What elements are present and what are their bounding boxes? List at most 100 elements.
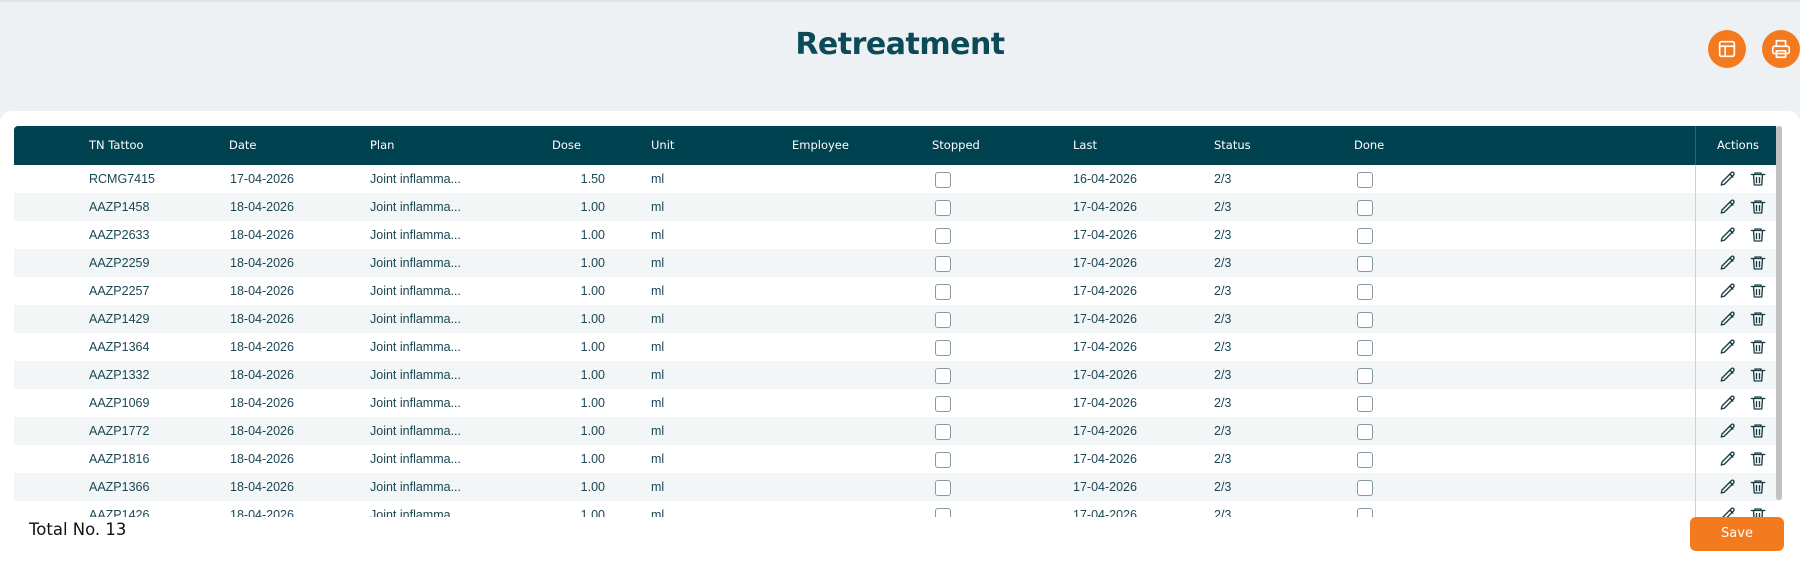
done-checkbox[interactable] [1357, 256, 1373, 272]
done-checkbox[interactable] [1357, 480, 1373, 496]
stopped-checkbox[interactable] [935, 508, 951, 517]
stopped-checkbox[interactable] [935, 284, 951, 300]
done-checkbox[interactable] [1357, 312, 1373, 328]
cell-last: 17-04-2026 [1073, 424, 1137, 438]
cell-date: 18-04-2026 [230, 368, 294, 382]
trash-icon[interactable] [1749, 254, 1767, 272]
print-button[interactable] [1762, 30, 1800, 68]
pencil-icon[interactable] [1719, 198, 1737, 216]
table-row[interactable]: AAZP2633 18-04-2026 Joint inflamma... 1.00 m… [14, 221, 1695, 249]
table-header: TN Tattoo Date Plan Dose Unit Employee S… [14, 126, 1780, 165]
trash-icon[interactable] [1749, 394, 1767, 412]
row-actions [1696, 305, 1780, 333]
column-header-stopped[interactable]: Stopped [932, 126, 980, 165]
stopped-checkbox[interactable] [935, 480, 951, 496]
cell-unit: ml [651, 368, 665, 382]
table-row[interactable]: AAZP1426 18-04-2026 Joint inflamma... 1.00 m… [14, 501, 1695, 517]
cell-date: 18-04-2026 [230, 256, 294, 270]
pencil-icon[interactable] [1719, 394, 1737, 412]
column-header-date[interactable]: Date [229, 126, 257, 165]
table-row[interactable]: AAZP1332 18-04-2026 Joint inflamma... 1.00 m… [14, 361, 1695, 389]
stopped-checkbox[interactable] [935, 256, 951, 272]
stopped-checkbox[interactable] [935, 452, 951, 468]
table-row[interactable]: RCMG7415 17-04-2026 Joint inflamma... 1.50 m… [14, 165, 1695, 193]
trash-icon[interactable] [1749, 198, 1767, 216]
cell-dose: 1.00 [580, 284, 605, 298]
stopped-checkbox[interactable] [935, 340, 951, 356]
trash-icon[interactable] [1749, 310, 1767, 328]
cell-tn-tattoo: AAZP1458 [89, 200, 150, 214]
cell-tn-tattoo: RCMG7415 [89, 172, 155, 186]
pencil-icon[interactable] [1719, 170, 1737, 188]
done-checkbox[interactable] [1357, 368, 1373, 384]
cell-last: 17-04-2026 [1073, 368, 1137, 382]
trash-icon[interactable] [1749, 422, 1767, 440]
cell-plan: Joint inflamma... [370, 256, 462, 270]
trash-icon[interactable] [1749, 170, 1767, 188]
trash-icon[interactable] [1749, 506, 1767, 517]
trash-icon[interactable] [1749, 366, 1767, 384]
stopped-checkbox[interactable] [935, 200, 951, 216]
stopped-checkbox[interactable] [935, 424, 951, 440]
cell-last: 17-04-2026 [1073, 256, 1137, 270]
pencil-icon[interactable] [1719, 450, 1737, 468]
done-checkbox[interactable] [1357, 340, 1373, 356]
column-header-last[interactable]: Last [1073, 126, 1097, 165]
table-row[interactable]: AAZP2257 18-04-2026 Joint inflamma... 1.00 m… [14, 277, 1695, 305]
table-layout-button[interactable] [1708, 30, 1746, 68]
trash-icon[interactable] [1749, 478, 1767, 496]
table-row[interactable]: AAZP1429 18-04-2026 Joint inflamma... 1.00 m… [14, 305, 1695, 333]
cell-plan: Joint inflamma... [370, 200, 462, 214]
trash-icon[interactable] [1749, 282, 1767, 300]
save-button[interactable]: Save [1690, 517, 1784, 551]
pencil-icon[interactable] [1719, 338, 1737, 356]
done-checkbox[interactable] [1357, 172, 1373, 188]
cell-unit: ml [651, 508, 665, 517]
page-title: Retreatment [795, 27, 1005, 62]
trash-icon[interactable] [1749, 450, 1767, 468]
table-row[interactable]: AAZP1069 18-04-2026 Joint inflamma... 1.00 m… [14, 389, 1695, 417]
cell-dose: 1.00 [580, 228, 605, 242]
scrollbar-thumb[interactable] [1776, 126, 1782, 500]
pencil-icon[interactable] [1719, 478, 1737, 496]
table-row[interactable]: AAZP1366 18-04-2026 Joint inflamma... 1.00 m… [14, 473, 1695, 501]
trash-icon[interactable] [1749, 226, 1767, 244]
done-checkbox[interactable] [1357, 200, 1373, 216]
column-header-tn-tattoo[interactable]: TN Tattoo [89, 126, 144, 165]
pencil-icon[interactable] [1719, 422, 1737, 440]
column-header-employee[interactable]: Employee [792, 126, 849, 165]
column-header-plan[interactable]: Plan [370, 126, 394, 165]
pencil-icon[interactable] [1719, 310, 1737, 328]
cell-date: 18-04-2026 [230, 508, 294, 517]
pencil-icon[interactable] [1719, 366, 1737, 384]
stopped-checkbox[interactable] [935, 396, 951, 412]
stopped-checkbox[interactable] [935, 368, 951, 384]
table-row[interactable]: AAZP1816 18-04-2026 Joint inflamma... 1.00 m… [14, 445, 1695, 473]
done-checkbox[interactable] [1357, 424, 1373, 440]
done-checkbox[interactable] [1357, 396, 1373, 412]
column-header-unit[interactable]: Unit [651, 126, 674, 165]
stopped-checkbox[interactable] [935, 172, 951, 188]
table-row[interactable]: AAZP1458 18-04-2026 Joint inflamma... 1.00 m… [14, 193, 1695, 221]
pencil-icon[interactable] [1719, 254, 1737, 272]
pencil-icon[interactable] [1719, 226, 1737, 244]
cell-dose: 1.00 [580, 340, 605, 354]
table-row[interactable]: AAZP2259 18-04-2026 Joint inflamma... 1.00 m… [14, 249, 1695, 277]
cell-dose: 1.00 [580, 480, 605, 494]
column-header-dose[interactable]: Dose [552, 126, 581, 165]
table-row[interactable]: AAZP1772 18-04-2026 Joint inflamma... 1.00 m… [14, 417, 1695, 445]
done-checkbox[interactable] [1357, 284, 1373, 300]
pencil-icon[interactable] [1719, 506, 1737, 517]
column-header-status[interactable]: Status [1214, 126, 1251, 165]
column-header-done[interactable]: Done [1354, 126, 1384, 165]
table-row[interactable]: AAZP1364 18-04-2026 Joint inflamma... 1.00 m… [14, 333, 1695, 361]
done-checkbox[interactable] [1357, 508, 1373, 517]
stopped-checkbox[interactable] [935, 228, 951, 244]
pencil-icon[interactable] [1719, 282, 1737, 300]
done-checkbox[interactable] [1357, 452, 1373, 468]
table-scrollbar[interactable] [1776, 126, 1782, 500]
trash-icon[interactable] [1749, 338, 1767, 356]
printer-icon [1771, 39, 1791, 59]
done-checkbox[interactable] [1357, 228, 1373, 244]
stopped-checkbox[interactable] [935, 312, 951, 328]
